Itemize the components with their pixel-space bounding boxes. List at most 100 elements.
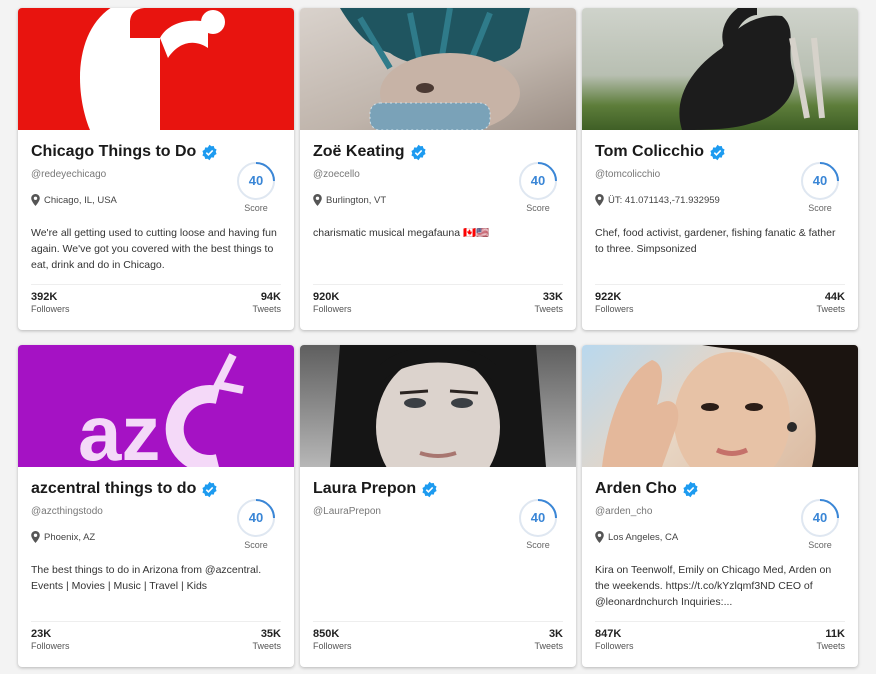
- tweets-stat: 35K Tweets: [252, 628, 281, 651]
- profile-location: Chicago, IL, USA: [31, 194, 117, 206]
- map-pin-icon: [31, 531, 40, 543]
- svg-text:az: az: [78, 389, 160, 467]
- location-text: Burlington, VT: [326, 194, 387, 206]
- tweets-label: Tweets: [534, 641, 563, 651]
- profile-card[interactable]: az azcentral things to do @azcthingstodo…: [18, 345, 294, 667]
- followers-stat: 392K Followers: [31, 291, 70, 314]
- tweets-count: 94K: [260, 291, 281, 303]
- score-value: 40: [812, 510, 828, 525]
- profile-name[interactable]: Zoë Keating: [313, 143, 405, 161]
- score-value: 40: [812, 173, 828, 188]
- banner-image: [300, 8, 576, 130]
- followers-stat: 920K Followers: [313, 291, 352, 314]
- profile-bio: We're all getting used to cutting loose …: [31, 227, 277, 271]
- verified-badge-icon: [202, 481, 217, 497]
- profile-card[interactable]: Tom Colicchio @tomcolicchio ÜT: 41.07114…: [582, 8, 858, 330]
- divider: [595, 621, 845, 622]
- followers-label: Followers: [313, 641, 352, 651]
- profile-name[interactable]: Chicago Things to Do: [31, 143, 196, 161]
- location-text: Los Angeles, CA: [608, 531, 679, 543]
- score-value: 40: [248, 510, 264, 525]
- profile-bio: Chef, food activist, gardener, fishing f…: [595, 227, 836, 255]
- verified-badge-icon: [202, 144, 217, 160]
- profile-name[interactable]: Arden Cho: [595, 480, 677, 498]
- divider: [31, 621, 281, 622]
- tweets-stat: 33K Tweets: [534, 291, 563, 314]
- tweets-label: Tweets: [816, 641, 845, 651]
- profile-handle: @azcthingstodo: [31, 506, 103, 517]
- divider: [313, 284, 563, 285]
- score-label: Score: [808, 203, 832, 213]
- profile-handle: @arden_cho: [595, 506, 653, 517]
- tweets-label: Tweets: [252, 641, 281, 651]
- score-widget: 40 Score: [800, 498, 840, 550]
- verified-badge-icon: [683, 481, 698, 497]
- score-label: Score: [526, 540, 550, 550]
- score-label: Score: [244, 203, 268, 213]
- map-pin-icon: [313, 194, 322, 206]
- tweets-stat: 44K Tweets: [816, 291, 845, 314]
- location-text: Chicago, IL, USA: [44, 194, 117, 206]
- followers-stat: 850K Followers: [313, 628, 352, 651]
- map-pin-icon: [595, 531, 604, 543]
- profile-name[interactable]: azcentral things to do: [31, 480, 196, 498]
- banner-image: [18, 8, 294, 130]
- tweets-count: 35K: [260, 628, 281, 640]
- banner-image: [582, 8, 858, 130]
- tweets-stat: 11K Tweets: [816, 628, 845, 651]
- verified-badge-icon: [410, 144, 426, 160]
- profile-card[interactable]: Zoë Keating @zoecello Burlington, VT 40 …: [300, 8, 576, 330]
- tweets-count: 33K: [542, 291, 563, 303]
- profile-card[interactable]: Chicago Things to Do @redeyechicago Chic…: [18, 8, 294, 330]
- verified-badge-icon: [422, 481, 437, 497]
- divider: [31, 284, 281, 285]
- profile-name[interactable]: Tom Colicchio: [595, 143, 704, 161]
- map-pin-icon: [595, 194, 604, 206]
- tweets-label: Tweets: [534, 304, 563, 314]
- map-pin-icon: [31, 194, 40, 206]
- score-widget: 40 Score: [236, 498, 276, 550]
- profile-location: Los Angeles, CA: [595, 531, 678, 543]
- followers-stat: 23K Followers: [31, 628, 70, 651]
- score-widget: 40 Score: [518, 498, 558, 550]
- profile-location: Phoenix, AZ: [31, 531, 95, 543]
- followers-count: 392K: [31, 291, 58, 303]
- followers-label: Followers: [31, 641, 70, 651]
- profile-bio: Kira on Teenwolf, Emily on Chicago Med, …: [595, 564, 832, 608]
- followers-stat: 847K Followers: [595, 628, 634, 651]
- profile-handle: @LauraPrepon: [313, 506, 381, 517]
- tweets-count: 11K: [825, 628, 845, 640]
- banner-image: [582, 345, 858, 467]
- location-text: Phoenix, AZ: [44, 531, 96, 543]
- tweets-label: Tweets: [252, 304, 281, 314]
- score-widget: 40 Score: [236, 161, 276, 213]
- score-label: Score: [526, 203, 550, 213]
- followers-stat: 922K Followers: [595, 291, 634, 314]
- banner-image: [300, 345, 576, 467]
- score-value: 40: [530, 173, 546, 188]
- followers-label: Followers: [595, 641, 634, 651]
- score-widget: 40 Score: [800, 161, 840, 213]
- profile-location: Burlington, VT: [313, 194, 386, 206]
- profile-handle: @tomcolicchio: [595, 169, 661, 180]
- profile-handle: @zoecello: [313, 169, 360, 180]
- profile-name[interactable]: Laura Prepon: [313, 480, 416, 498]
- score-label: Score: [244, 540, 268, 550]
- divider: [313, 621, 563, 622]
- score-value: 40: [530, 510, 546, 525]
- followers-count: 23K: [31, 628, 52, 640]
- profile-card[interactable]: Laura Prepon @LauraPrepon 40 Score 850K …: [300, 345, 576, 667]
- followers-label: Followers: [313, 304, 352, 314]
- verified-badge-icon: [710, 144, 725, 160]
- tweets-count: 3K: [548, 628, 563, 640]
- location-text: ÜT: 41.071143,-71.932959: [608, 194, 720, 206]
- followers-count: 847K: [595, 628, 622, 640]
- profile-location: ÜT: 41.071143,-71.932959: [595, 194, 720, 206]
- score-widget: 40 Score: [518, 161, 558, 213]
- tweets-stat: 3K Tweets: [534, 628, 563, 651]
- profile-card[interactable]: Arden Cho @arden_cho Los Angeles, CA 40 …: [582, 345, 858, 667]
- banner-image: az: [18, 345, 294, 467]
- score-label: Score: [808, 540, 832, 550]
- tweets-count: 44K: [824, 291, 845, 303]
- tweets-stat: 94K Tweets: [252, 291, 281, 314]
